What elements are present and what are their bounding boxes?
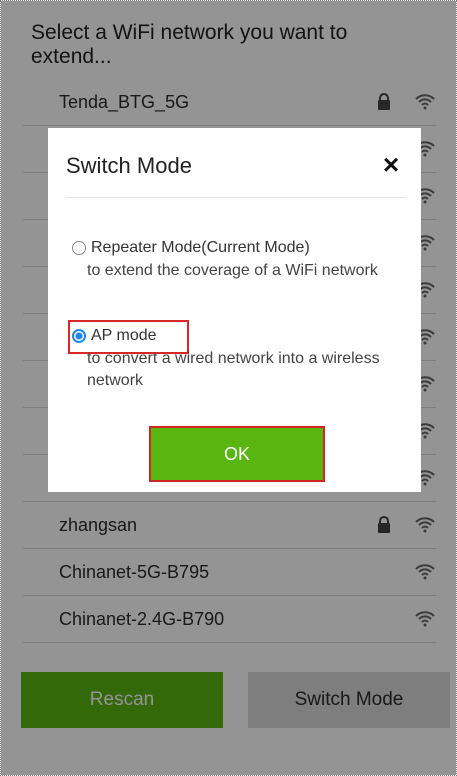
repeater-mode-label: Repeater Mode(Current Mode) — [91, 239, 310, 256]
ok-button[interactable]: OK — [149, 426, 325, 482]
radio-selected-icon[interactable] — [72, 329, 86, 343]
repeater-mode-description: to extend the coverage of a WiFi network — [87, 262, 378, 279]
close-icon[interactable]: × — [377, 151, 405, 179]
radio-unselected-icon[interactable] — [72, 241, 86, 255]
dialog-divider — [66, 197, 406, 198]
wifi-extend-screen: Select a WiFi network you want to extend… — [0, 0, 457, 776]
dialog-title: Switch Mode — [66, 153, 192, 178]
ap-mode-option[interactable]: AP mode to convert a wired network into … — [72, 324, 398, 392]
repeater-mode-option[interactable]: Repeater Mode(Current Mode) to extend th… — [72, 236, 398, 282]
ap-mode-description: to convert a wired network into a wirele… — [87, 350, 380, 389]
ap-mode-label: AP mode — [91, 327, 157, 344]
switch-mode-dialog: Switch Mode × Repeater Mode(Current Mode… — [48, 128, 421, 492]
